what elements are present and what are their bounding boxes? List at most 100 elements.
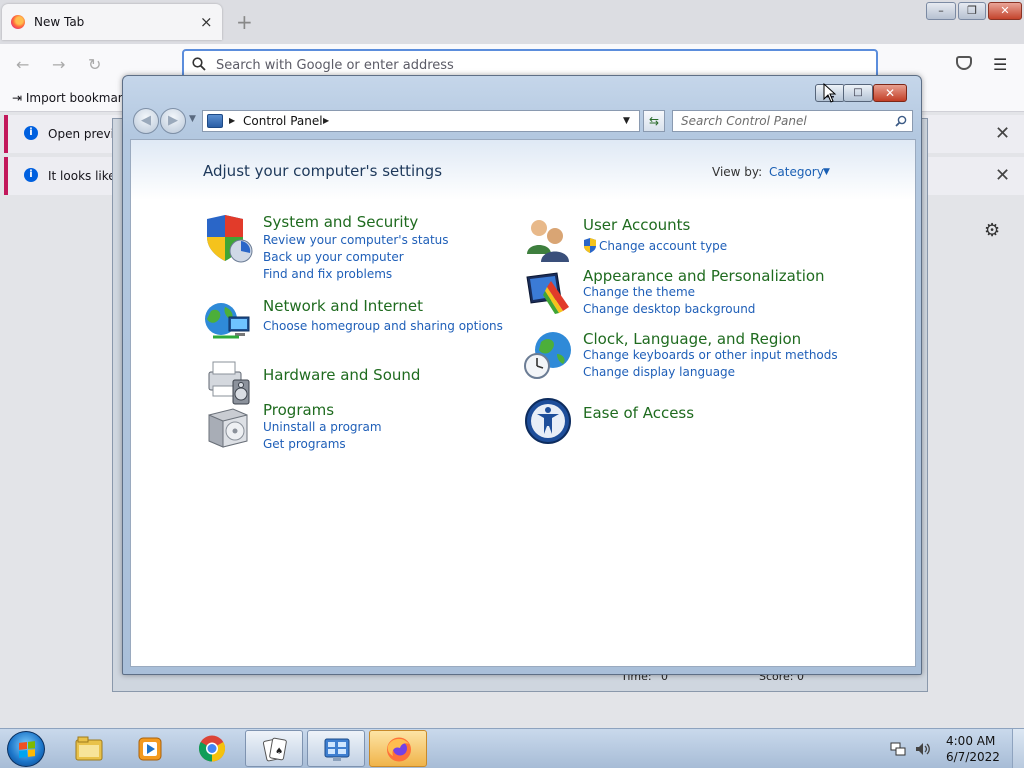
notification-close-icon[interactable]: ✕: [995, 165, 1010, 186]
appearance-monitor-icon: [526, 272, 569, 314]
address-dropdown-icon[interactable]: ▼: [623, 116, 630, 126]
restore-button[interactable]: ❐: [958, 2, 986, 20]
clock-globe-icon: [524, 332, 571, 379]
task-link[interactable]: Uninstall a program: [263, 420, 382, 434]
svg-text:♠: ♠: [275, 747, 283, 757]
refresh-button[interactable]: ⇆: [643, 110, 665, 132]
category-title[interactable]: Appearance and Personalization: [583, 267, 825, 285]
view-by-dropdown[interactable]: Category: [769, 165, 824, 179]
task-link[interactable]: Change the theme: [583, 285, 695, 299]
show-desktop-button[interactable]: [1012, 729, 1024, 768]
taskbar-chrome[interactable]: [183, 730, 241, 767]
control-panel-icon: [324, 738, 350, 761]
tab-title: New Tab: [34, 15, 85, 29]
tab-close-icon[interactable]: ×: [200, 13, 213, 31]
url-placeholder: Search with Google or enter address: [216, 58, 454, 73]
close-button[interactable]: ✕: [873, 84, 907, 102]
back-arrow-icon[interactable]: ←: [16, 55, 29, 74]
start-button[interactable]: [7, 731, 45, 767]
pocket-icon[interactable]: [956, 56, 972, 70]
minimize-button[interactable]: –: [926, 2, 956, 20]
task-link[interactable]: Choose homegroup and sharing options: [263, 319, 503, 333]
maximize-icon: □: [853, 87, 863, 98]
page-title: Adjust your computer's settings: [203, 162, 443, 180]
breadcrumb-arrow-icon[interactable]: ▶: [323, 116, 329, 125]
new-tab-plus-icon[interactable]: +: [236, 10, 253, 34]
maximize-button[interactable]: □: [843, 84, 873, 102]
firefox-favicon-icon: [11, 15, 25, 29]
network-globe-icon: [205, 303, 250, 339]
category-user-accounts: User Accounts Change account type: [523, 216, 803, 262]
breadcrumb-control-panel[interactable]: Control Panel: [243, 114, 323, 128]
breadcrumb-arrow-icon[interactable]: ▶: [229, 116, 235, 125]
info-icon: i: [24, 168, 38, 182]
category-title[interactable]: Programs: [263, 401, 334, 419]
task-link[interactable]: Back up your computer: [263, 250, 404, 264]
taskbar-solitaire[interactable]: ♠: [245, 730, 303, 767]
tab-new-tab[interactable]: New Tab ×: [2, 4, 222, 40]
taskbar-explorer[interactable]: [60, 730, 118, 767]
control-panel-content: Adjust your computer's settings View by:…: [130, 139, 916, 667]
import-bookmarks-link[interactable]: ⇥ Import bookmark: [12, 91, 130, 105]
ease-of-access-icon: [525, 398, 571, 444]
firefox-window-controls: – ❐ ✕: [924, 2, 1022, 22]
clock-time[interactable]: 4:00 AM: [946, 734, 995, 748]
network-icon[interactable]: [890, 741, 906, 757]
volume-icon[interactable]: [914, 741, 930, 757]
category-system-and-security: System and Security Review your computer…: [203, 213, 483, 283]
close-button[interactable]: ✕: [988, 2, 1022, 20]
category-clock-language-and-region: Clock, Language, and Region Change keybo…: [523, 330, 843, 392]
task-link[interactable]: Change keyboards or other input methods: [583, 348, 838, 362]
folder-icon: [75, 736, 103, 761]
notification-close-icon[interactable]: ✕: [995, 123, 1010, 144]
category-ease-of-access: Ease of Access: [523, 396, 803, 446]
search-icon: [192, 57, 206, 71]
programs-box-icon: [208, 408, 248, 448]
gear-icon[interactable]: ⚙: [984, 220, 1000, 241]
reload-icon[interactable]: ↻: [88, 55, 101, 74]
task-link[interactable]: Change account type: [599, 239, 727, 253]
media-player-icon: [138, 737, 162, 761]
clock-date[interactable]: 6/7/2022: [946, 750, 1000, 764]
category-network-and-internet: Network and Internet Choose homegroup an…: [203, 297, 503, 342]
search-placeholder: Search Control Panel: [681, 114, 807, 128]
taskbar-firefox[interactable]: [369, 730, 427, 767]
info-icon: i: [24, 126, 38, 140]
forward-button[interactable]: ▶: [160, 108, 186, 134]
search-icon[interactable]: [895, 115, 907, 127]
uac-shield-icon: [584, 238, 596, 253]
view-by-label: View by:: [712, 165, 763, 179]
system-tray: 4:00 AM 6/7/2022: [884, 729, 1024, 768]
taskbar-control-panel[interactable]: [307, 730, 365, 767]
tab-strip: New Tab × + – ❐ ✕: [0, 0, 1024, 44]
recent-pages-dropdown-icon[interactable]: ▼: [189, 114, 196, 124]
control-panel-window: ▁ □ ✕ ◀ ▶ ▼ ▶ Control Panel ▶ ▼ ⇆ Search…: [122, 75, 922, 675]
category-programs: Programs Uninstall a program Get program…: [203, 401, 483, 463]
search-control-panel-input[interactable]: Search Control Panel: [672, 110, 913, 132]
category-title[interactable]: Network and Internet: [263, 297, 423, 315]
users-icon: [527, 220, 569, 262]
category-title[interactable]: Hardware and Sound: [263, 366, 420, 384]
control-panel-icon: [207, 114, 223, 128]
category-title[interactable]: System and Security: [263, 213, 418, 231]
category-title[interactable]: User Accounts: [583, 216, 690, 234]
task-link[interactable]: Review your computer's status: [263, 233, 449, 247]
task-link[interactable]: Get programs: [263, 437, 346, 451]
chrome-icon: [198, 735, 226, 762]
back-button[interactable]: ◀: [133, 108, 159, 134]
forward-arrow-icon[interactable]: →: [52, 55, 65, 74]
category-title[interactable]: Clock, Language, and Region: [583, 330, 801, 348]
shield-icon: [207, 215, 253, 263]
chevron-down-icon[interactable]: ▼: [823, 167, 830, 177]
hamburger-menu-icon[interactable]: ☰: [993, 55, 1007, 74]
playing-cards-icon: ♠: [262, 737, 287, 762]
task-link[interactable]: Change desktop background: [583, 302, 755, 316]
address-bar[interactable]: ▶ Control Panel ▶ ▼: [202, 110, 640, 132]
task-link[interactable]: Change display language: [583, 365, 735, 379]
taskbar-media-player[interactable]: [121, 730, 179, 767]
category-title[interactable]: Ease of Access: [583, 404, 694, 422]
address-toolbar: ◀ ▶ ▼ ▶ Control Panel ▶ ▼ ⇆ Search Contr…: [131, 108, 915, 134]
mouse-cursor-icon: [823, 83, 837, 103]
task-link[interactable]: Find and fix problems: [263, 267, 392, 281]
firefox-icon: [387, 737, 411, 762]
